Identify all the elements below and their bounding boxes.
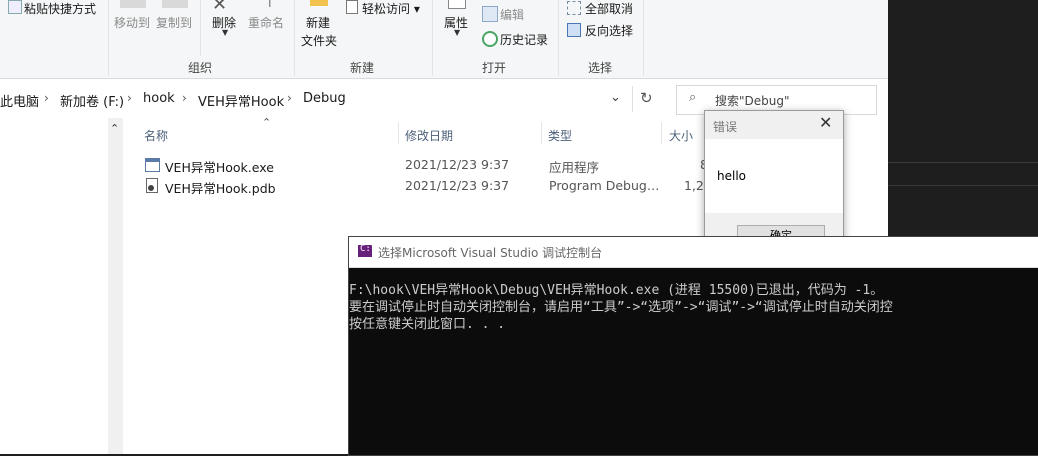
search-icon: ⌕ (689, 90, 697, 105)
select-none-icon (567, 1, 581, 15)
rename-icon: I (268, 0, 272, 10)
console-app-icon: C:\ (358, 244, 376, 257)
column-header-name[interactable]: 名称 (144, 127, 168, 144)
dialog-message: hello (717, 169, 746, 183)
refresh-icon[interactable]: ↻ (640, 89, 653, 107)
paste-shortcut-button[interactable]: 粘贴快捷方式 (24, 0, 96, 17)
chevron-right-icon: › (127, 91, 132, 105)
table-row[interactable]: VEH异常Hook.pdb 2021/12/23 9:37 Program De… (140, 176, 712, 197)
navigation-pane[interactable] (0, 118, 108, 454)
address-history-dropdown-icon[interactable]: ⌄ (610, 90, 621, 105)
breadcrumb-debug[interactable]: Debug (303, 91, 346, 106)
paste-shortcut-icon (8, 0, 22, 14)
file-modified: 2021/12/23 9:37 (405, 178, 510, 193)
move-to-icon (120, 0, 146, 8)
organize-group-label: 组织 (187, 61, 212, 75)
select-group-label: 选择 (587, 61, 612, 75)
error-dialog: 错误 ✕ hello 确定 (704, 110, 844, 249)
easy-access-icon (346, 0, 358, 14)
new-group-label: 新建 (349, 61, 374, 75)
copy-to-icon (162, 0, 188, 8)
sort-ascending-icon: ⌃ (262, 116, 272, 129)
table-row[interactable]: VEH异常Hook.exe 2021/12/23 9:37 应用程序 8 (140, 155, 708, 176)
dialog-body: hello (705, 139, 843, 213)
copy-to-button[interactable]: 复制到 (156, 14, 192, 31)
breadcrumb-veh-hook[interactable]: VEH异常Hook (198, 91, 284, 110)
easy-access-button[interactable]: 轻松访问 ▾ (362, 0, 420, 17)
ribbon: 粘贴快捷方式 移动到 复制到 ✕ 删除 ▼ I 重命名 组织 新建 文件夹 轻松… (0, 0, 888, 79)
breadcrumb-this-pc[interactable]: 此电脑 (0, 91, 39, 110)
file-modified: 2021/12/23 9:37 (405, 157, 510, 172)
chevron-down-icon: ▼ (454, 28, 461, 37)
console-title: 选择Microsoft Visual Studio 调试控制台 (378, 246, 603, 260)
search-placeholder: 搜索"Debug" (715, 94, 790, 108)
column-header-type[interactable]: 类型 (548, 127, 572, 144)
file-name: VEH异常Hook.pdb (165, 181, 276, 196)
file-name: VEH异常Hook.exe (165, 160, 274, 175)
properties-icon (448, 0, 466, 9)
chevron-right-icon: › (182, 91, 187, 105)
history-button[interactable]: 历史记录 (500, 31, 548, 48)
new-folder-button-line2[interactable]: 文件夹 (301, 32, 337, 49)
new-folder-button[interactable]: 新建 (306, 14, 330, 31)
chevron-down-icon: ▼ (222, 28, 229, 37)
invert-selection-button[interactable]: 反向选择 (585, 22, 633, 39)
history-icon (482, 31, 498, 47)
breadcrumb-volume-f[interactable]: 新加卷 (F:) (60, 91, 124, 110)
navigation-scrollbar[interactable]: ⌃ (108, 118, 123, 454)
chevron-right-icon: › (287, 91, 292, 105)
debug-console-window: C:\ 选择Microsoft Visual Studio 调试控制台 F:\h… (348, 236, 1038, 456)
pdb-file-icon (146, 178, 158, 193)
column-header-size[interactable]: 大小 (669, 127, 693, 144)
edit-button[interactable]: 编辑 (500, 6, 524, 23)
file-type: Program Debug… (549, 178, 660, 193)
rename-button[interactable]: 重命名 (248, 14, 284, 31)
chevron-right-icon: › (44, 91, 49, 105)
invert-selection-icon (567, 23, 581, 37)
exe-file-icon (145, 158, 160, 172)
column-header-modified[interactable]: 修改日期 (405, 127, 453, 144)
delete-icon: ✕ (212, 0, 228, 15)
dialog-title: 错误 (713, 120, 738, 134)
select-none-button[interactable]: 全部取消 (585, 0, 633, 17)
console-output-line: F:\hook\VEH异常Hook\Debug\VEH异常Hook.exe (进… (349, 283, 884, 298)
breadcrumb-hook[interactable]: hook (143, 91, 175, 106)
file-type: 应用程序 (549, 160, 600, 175)
console-output-line: 要在调试停止时自动关闭控制台，请启用“工具”->“选项”->“调试”->“调试停… (349, 300, 893, 315)
close-icon[interactable]: ✕ (819, 113, 832, 132)
scroll-up-icon[interactable]: ⌃ (110, 122, 119, 135)
move-to-button[interactable]: 移动到 (114, 14, 150, 31)
new-folder-icon (310, 0, 328, 6)
open-group-label: 打开 (481, 61, 506, 75)
console-title-bar[interactable]: C:\ 选择Microsoft Visual Studio 调试控制台 (349, 237, 1038, 268)
console-output-line: 按任意键关闭此窗口. . . (349, 317, 506, 332)
edit-icon (482, 6, 498, 22)
